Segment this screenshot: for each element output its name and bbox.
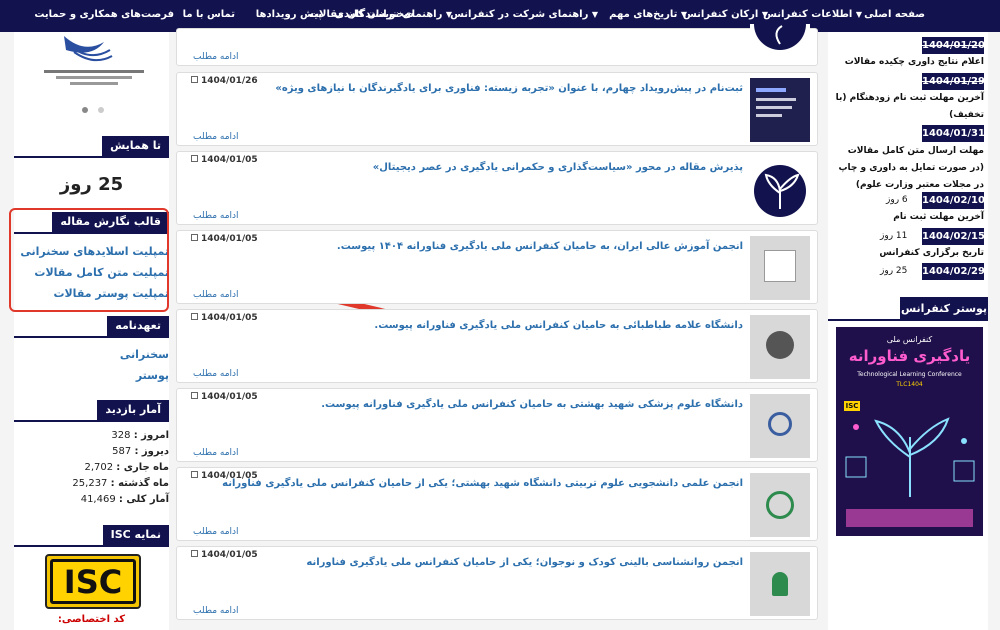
news-thumbnail bbox=[750, 315, 810, 379]
news-title[interactable]: دانشگاه علامه طباطبائی به حامیان کنفرانس… bbox=[374, 320, 743, 331]
news-thumbnail bbox=[750, 473, 810, 537]
news-thumbnail bbox=[750, 0, 810, 54]
news-thumbnail bbox=[750, 157, 810, 221]
isc-title: نمایه ISC bbox=[102, 525, 169, 547]
poster-title: پوستر کنفرانس bbox=[900, 297, 988, 321]
left-sidebar: تا همایش 25 روز قالب نگارش مقاله تمپلیت … bbox=[9, 32, 169, 630]
news-date: 1404/01/05 bbox=[191, 550, 258, 560]
calendar-icon bbox=[191, 155, 198, 162]
read-more-link[interactable]: ادامه مطلب bbox=[193, 606, 239, 616]
nav-home[interactable]: صفحه اصلی bbox=[864, 9, 925, 20]
countdown-box: تا همایش 25 روز bbox=[14, 136, 169, 206]
news-thumbnail bbox=[750, 236, 810, 300]
news-thumbnail bbox=[750, 394, 810, 458]
chevron-down-icon: ▼ bbox=[680, 10, 687, 19]
nav-participation-guide[interactable]: ▼ راهنمای شرکت در کنفرانس bbox=[450, 9, 598, 20]
commitment-title: تعهدنامه bbox=[107, 316, 169, 338]
days-left: 6 روز bbox=[886, 195, 908, 205]
countdown-value: 25 روز bbox=[59, 174, 124, 195]
date-badge: 1404/01/31 bbox=[922, 125, 985, 142]
nav-important-dates[interactable]: ▼ تاریخ‌های مهم bbox=[609, 9, 687, 20]
read-more-link[interactable]: ادامه مطلب bbox=[193, 527, 239, 537]
read-more-link[interactable]: ادامه مطلب bbox=[193, 448, 239, 458]
news-date: 1404/01/05 bbox=[191, 392, 258, 402]
read-more-link[interactable]: ادامه مطلب bbox=[193, 211, 239, 221]
news-item[interactable]: ادامه مطلب bbox=[176, 0, 818, 66]
calendar-icon bbox=[191, 392, 198, 399]
date-label: اعلام نتایج داوری چکیده مقالات bbox=[844, 57, 984, 67]
date-badge: 1404/01/20 bbox=[922, 37, 985, 54]
isc-logo[interactable]: ISC bbox=[45, 554, 141, 609]
countdown-title: تا همایش bbox=[102, 136, 169, 158]
link-commitment-poster[interactable]: پوستر bbox=[136, 369, 169, 382]
news-date: 1404/01/26 bbox=[191, 76, 258, 86]
calendar-icon bbox=[191, 313, 198, 320]
isc-code-label: کد اختصاصی: bbox=[57, 614, 126, 625]
date-label: مهلت ارسال متن کامل مقالات (در صورت تمای… bbox=[838, 146, 984, 190]
carousel-dot[interactable] bbox=[98, 107, 104, 113]
chevron-down-icon: ▼ bbox=[855, 10, 862, 19]
conference-poster[interactable]: کنفرانس ملی یادگیری فناورانه Technologic… bbox=[836, 327, 983, 536]
link-commitment-speech[interactable]: سخنرانی bbox=[120, 348, 169, 361]
commitment-box: تعهدنامه سخنرانی پوستر bbox=[14, 316, 169, 386]
isc-index-box: نمایه ISC ISC کد اختصاصی: bbox=[14, 525, 169, 630]
highlight-box bbox=[9, 208, 169, 312]
stat-row: ماه گذشته : 25,237 bbox=[72, 478, 169, 489]
read-more-link[interactable]: ادامه مطلب bbox=[193, 132, 239, 142]
date-badge: 1404/02/10 bbox=[922, 192, 985, 209]
visit-stats-title: آمار بازدید bbox=[97, 400, 169, 422]
nav-keynote-speakers[interactable]: سخنرانان کلیدی bbox=[335, 9, 414, 20]
nav-conference-info[interactable]: ▼ اطلاعات کنفرانس bbox=[763, 9, 862, 20]
days-left: 25 روز bbox=[880, 266, 908, 276]
carousel-dot-active[interactable] bbox=[82, 107, 88, 113]
read-more-link[interactable]: ادامه مطلب bbox=[193, 290, 239, 300]
read-more-link[interactable]: ادامه مطلب bbox=[193, 369, 239, 379]
calendar-icon bbox=[191, 471, 198, 478]
news-item[interactable]: 1404/01/05 انجمن آموزش عالی ایران، به حا… bbox=[176, 230, 818, 304]
nav-contact[interactable]: تماس با ما bbox=[183, 9, 235, 20]
days-left: 11 روز bbox=[880, 231, 908, 241]
date-badge: 1404/01/29 bbox=[922, 73, 985, 90]
news-title[interactable]: پذیرش مقاله در محور «سیاست‌گذاری و حکمرا… bbox=[373, 162, 743, 173]
news-date: 1404/01/05 bbox=[191, 155, 258, 165]
news-item[interactable]: 1404/01/05 دانشگاه علامه طباطبائی به حام… bbox=[176, 309, 818, 383]
date-label: آخرین مهلت ثبت نام bbox=[893, 212, 984, 222]
news-date: 1404/01/05 bbox=[191, 234, 258, 244]
news-item[interactable]: 1404/01/05 دانشگاه علوم پزشکی شهید بهشتی… bbox=[176, 388, 818, 462]
date-label: آخرین مهلت ثبت نام زودهنگام (با تخفیف) bbox=[835, 93, 984, 120]
stat-row: آمار کلی : 41,469 bbox=[80, 494, 169, 505]
university-logo bbox=[34, 32, 154, 90]
calendar-icon bbox=[191, 550, 198, 557]
news-item[interactable]: 1404/01/05 انجمن روانشناسی بالینی کودک و… bbox=[176, 546, 818, 620]
nav-conference-pillars[interactable]: ▼ ارکان کنفرانس bbox=[683, 9, 768, 20]
date-label: تاریخ برگزاری کنفرانس bbox=[879, 248, 984, 258]
stat-row: دیروز : 587 bbox=[112, 446, 169, 457]
date-badge: 1404/02/29 bbox=[922, 263, 985, 280]
read-more-link[interactable]: ادامه مطلب bbox=[193, 52, 239, 62]
news-title[interactable]: انجمن روانشناسی بالینی کودک و نوجوان؛ یک… bbox=[306, 557, 743, 568]
news-thumbnail bbox=[750, 78, 810, 142]
news-title[interactable]: انجمن علمی دانشجویی علوم تربیتی دانشگاه … bbox=[222, 478, 743, 489]
calendar-icon bbox=[191, 234, 198, 241]
news-date: 1404/01/05 bbox=[191, 313, 258, 323]
visit-stats-box: آمار بازدید امروز : 328 دیروز : 587 ماه … bbox=[14, 400, 169, 515]
news-item[interactable]: 1404/01/05 پذیرش مقاله در محور «سیاست‌گذ… bbox=[176, 151, 818, 225]
stat-row: امروز : 328 bbox=[111, 430, 169, 441]
date-badge: 1404/02/15 bbox=[922, 228, 985, 245]
news-title[interactable]: انجمن آموزش عالی ایران، به حامیان کنفران… bbox=[337, 241, 743, 252]
news-thumbnail bbox=[750, 552, 810, 616]
nav-sponsorship[interactable]: فرصت‌های همکاری و حمایت bbox=[34, 9, 174, 20]
stat-row: ماه جاری : 2,702 bbox=[84, 462, 169, 473]
calendar-icon bbox=[191, 76, 198, 83]
news-item[interactable]: 1404/01/26 ثبت‌نام در پیش‌رویداد چهارم، … bbox=[176, 72, 818, 146]
news-item[interactable]: 1404/01/05 انجمن علمی دانشجویی علوم تربی… bbox=[176, 467, 818, 541]
poster-title-line bbox=[828, 319, 988, 321]
chevron-down-icon: ▼ bbox=[445, 10, 452, 19]
chevron-down-icon: ▼ bbox=[591, 10, 598, 19]
news-title[interactable]: ثبت‌نام در پیش‌رویداد چهارم، با عنوان «ت… bbox=[275, 83, 743, 94]
news-title[interactable]: دانشگاه علوم پزشکی شهید بهشتی به حامیان … bbox=[321, 399, 743, 410]
nav-pre-events[interactable]: پیش رویدادها bbox=[256, 9, 322, 20]
chevron-down-icon: ▼ bbox=[761, 10, 768, 19]
